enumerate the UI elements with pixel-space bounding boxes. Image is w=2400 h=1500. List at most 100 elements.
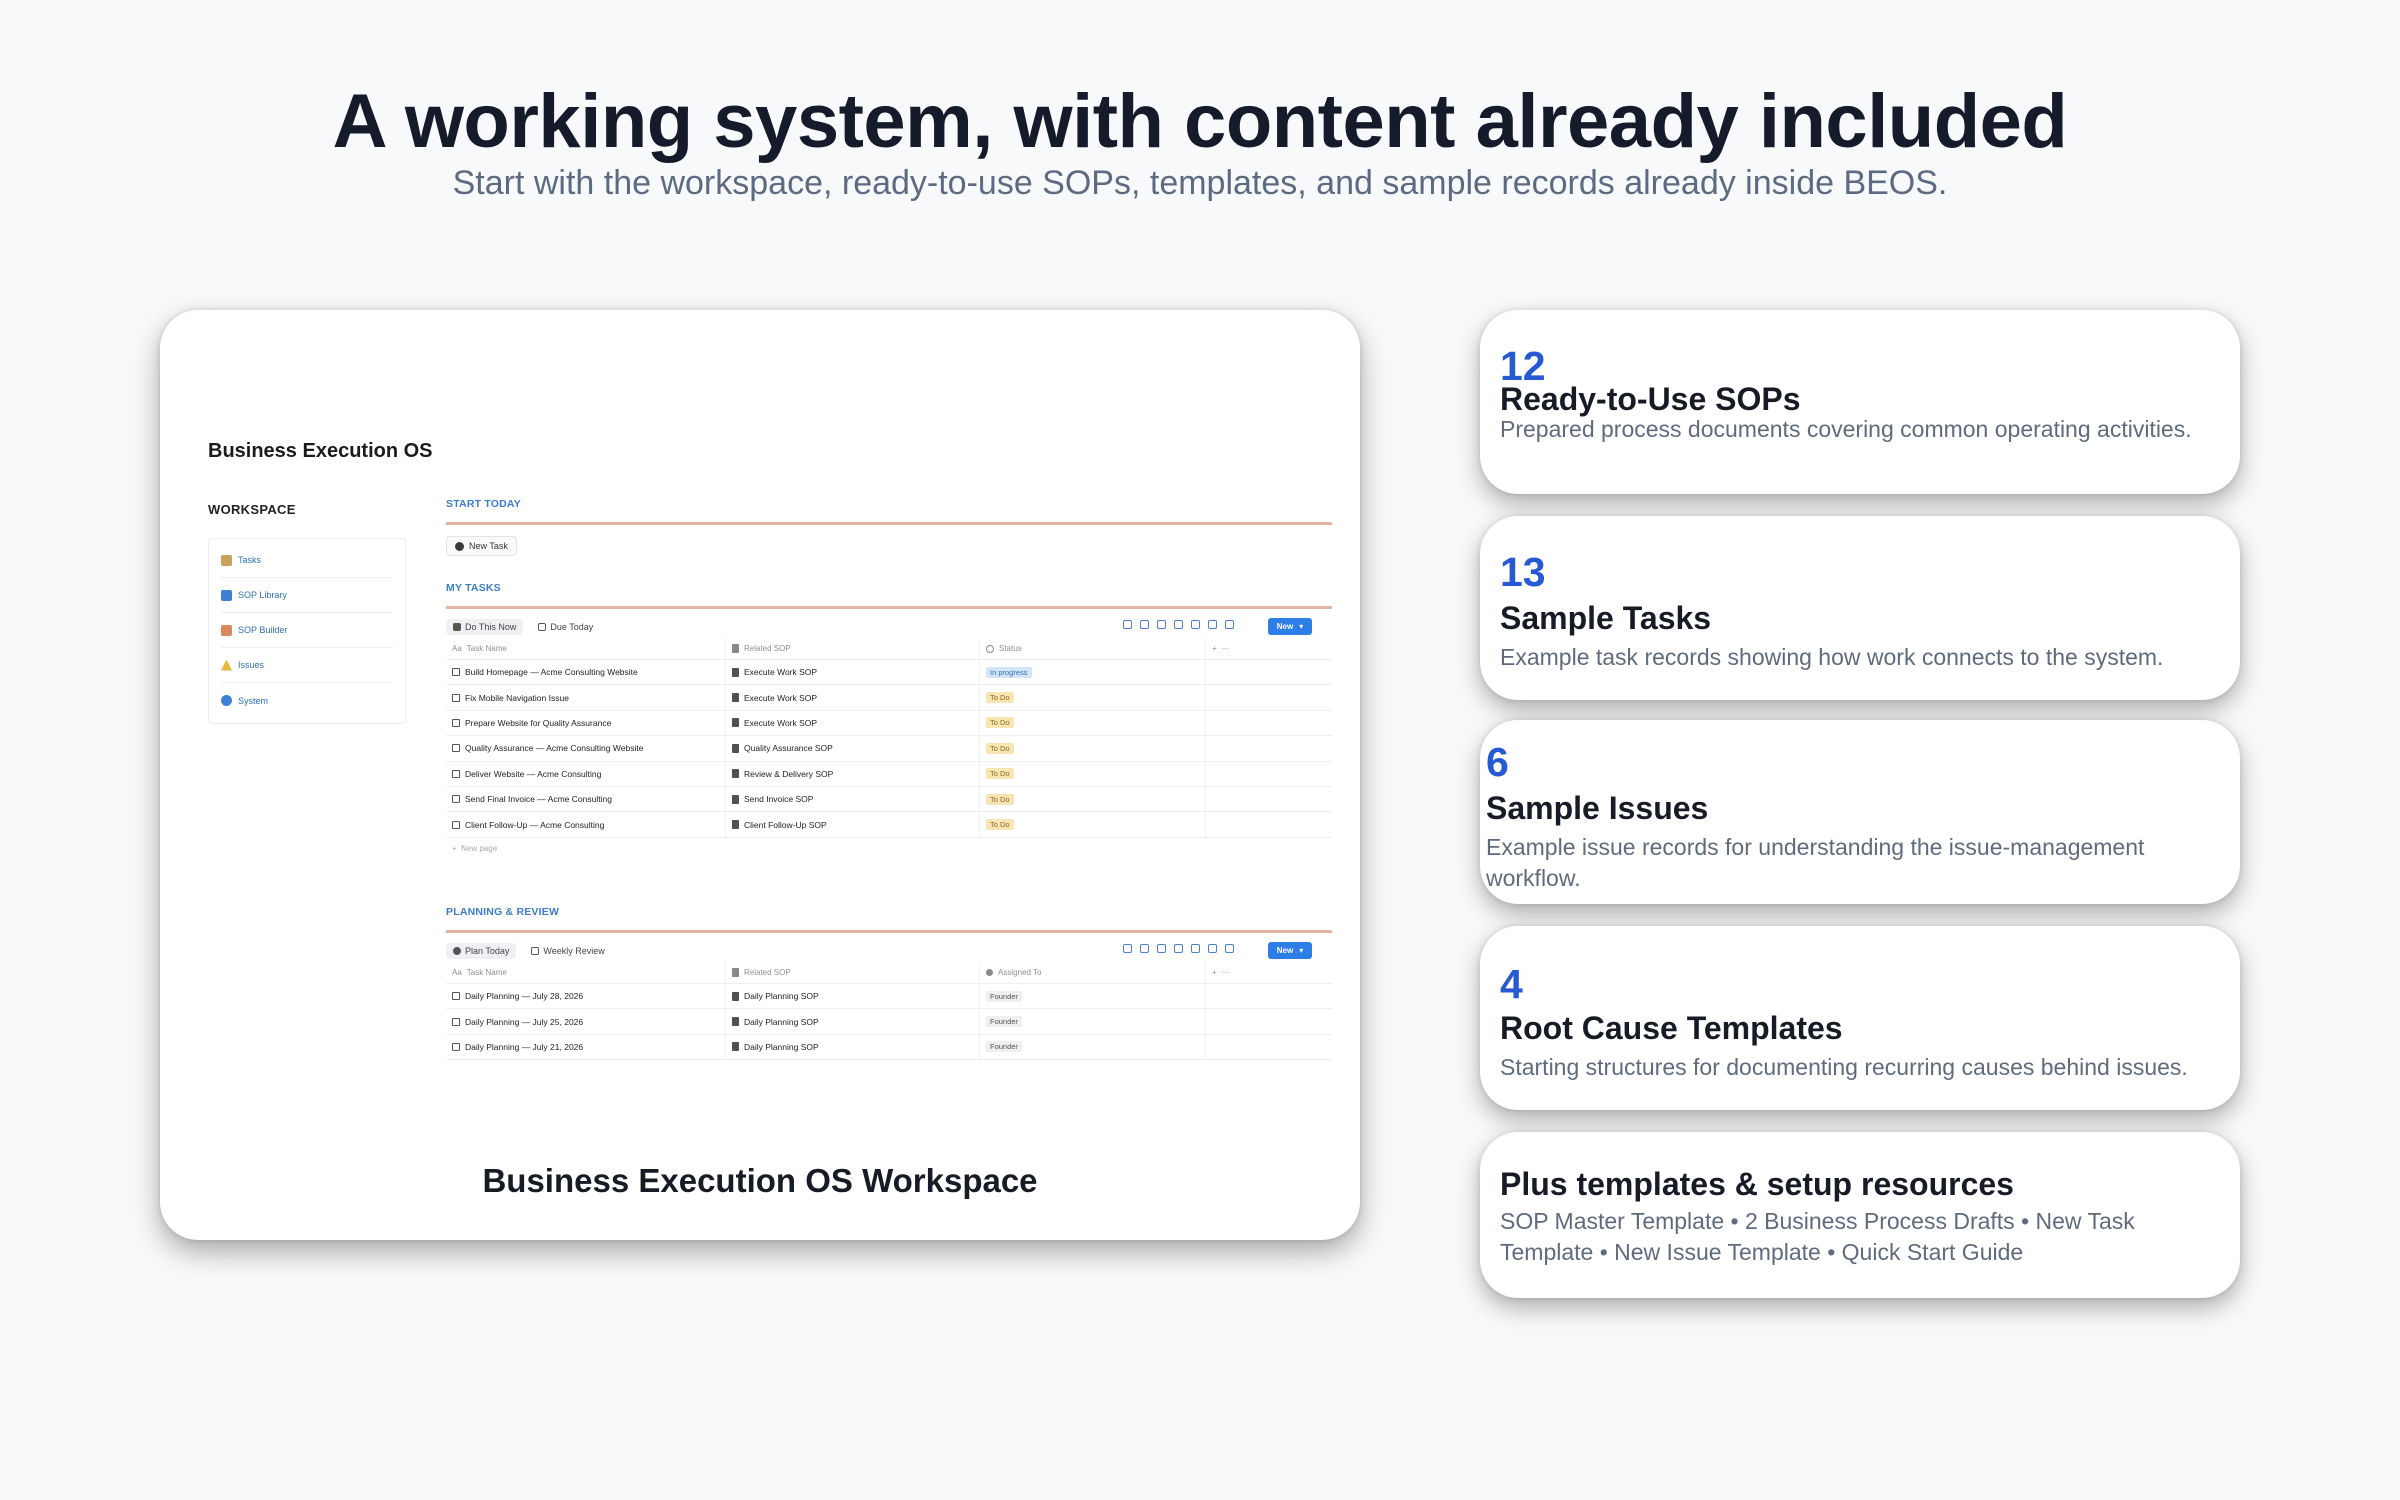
settings-icon[interactable] <box>1225 620 1234 629</box>
task-cell[interactable]: Quality Assurance — Acme Consulting Webs… <box>446 736 726 761</box>
nav-item-tasks[interactable]: Tasks <box>221 543 393 578</box>
nav-item-label: System <box>238 695 269 706</box>
column-header-related-sop[interactable]: Related SOP <box>726 962 980 983</box>
related-sop-cell[interactable]: Execute Work SOP <box>726 685 980 710</box>
column-header-status[interactable]: Status <box>980 638 1206 659</box>
status-cell[interactable]: To Do <box>980 786 1206 812</box>
related-sop-cell[interactable]: Quality Assurance SOP <box>726 736 980 761</box>
status-cell[interactable]: To Do <box>980 710 1206 736</box>
relation-icon <box>732 644 739 653</box>
new-task-button[interactable]: New Task <box>446 536 517 556</box>
task-name: Daily Planning — July 25, 2026 <box>465 1016 584 1027</box>
status-cell[interactable]: Founder <box>980 984 1206 1009</box>
my-tasks-heading: MY TASKS <box>446 582 501 594</box>
new-record-button[interactable]: New ▾ <box>1268 942 1312 959</box>
status-cell[interactable]: To Do <box>980 685 1206 710</box>
expand-icon[interactable] <box>1208 944 1217 953</box>
bolt-icon[interactable] <box>1157 944 1166 953</box>
add-column-button[interactable]: + ··· <box>1206 638 1332 659</box>
empty-cell <box>1206 762 1332 786</box>
section-divider <box>446 606 1332 609</box>
related-sop-cell[interactable]: Review & Delivery SOP <box>726 761 980 786</box>
view-tab-weekly-review[interactable]: Weekly Review <box>524 943 611 959</box>
nav-item-system[interactable]: System <box>221 683 393 718</box>
view-tab-due-today[interactable]: Due Today <box>531 619 600 635</box>
workspace-preview-card: Business Execution OS WORKSPACE Tasks SO… <box>160 310 1360 1240</box>
stat-number: 6 <box>1486 739 1509 785</box>
sort-icon[interactable] <box>1140 944 1149 953</box>
task-cell[interactable]: Prepare Website for Quality Assurance <box>446 710 726 736</box>
table-row[interactable]: Build Homepage — Acme Consulting Website… <box>446 660 1332 686</box>
table-row[interactable]: Daily Planning — July 21, 2026 Daily Plan… <box>446 1034 1332 1061</box>
zoom-icon[interactable] <box>1191 620 1200 629</box>
task-cell[interactable]: Client Follow-Up — Acme Consulting <box>446 812 726 837</box>
related-sop: Execute Work SOP <box>744 717 818 728</box>
related-sop: Client Follow-Up SOP <box>744 819 827 830</box>
nav-item-sop-builder[interactable]: SOP Builder <box>221 613 393 648</box>
bolt-icon[interactable] <box>1157 620 1166 629</box>
column-header-task-name[interactable]: Aa Task Name <box>446 638 726 659</box>
status-cell[interactable]: To Do <box>980 812 1206 837</box>
view-tab-label: Plan Today <box>465 946 510 956</box>
column-label: Related SOP <box>744 644 791 653</box>
task-cell[interactable]: Fix Mobile Navigation Issue <box>446 685 726 710</box>
status-cell[interactable]: Founder <box>980 1034 1206 1060</box>
sort-icon[interactable] <box>1140 620 1149 629</box>
table-row[interactable]: Daily Planning — July 25, 2026 Daily Plan… <box>446 1009 1332 1035</box>
stat-card-tasks: 13 Sample Tasks Example task records sho… <box>1480 516 2240 700</box>
table-row[interactable]: Fix Mobile Navigation Issue Execute Work … <box>446 685 1332 711</box>
task-cell[interactable]: Deliver Website — Acme Consulting <box>446 761 726 786</box>
status-cell[interactable]: In progress <box>980 660 1206 685</box>
search-icon[interactable] <box>1174 944 1183 953</box>
related-sop-cell[interactable]: Execute Work SOP <box>726 710 980 736</box>
filter-icon[interactable] <box>1123 620 1132 629</box>
table-row[interactable]: Client Follow-Up — Acme Consulting Client… <box>446 812 1332 838</box>
view-tab-do-this-now[interactable]: Do This Now <box>446 619 524 635</box>
nav-item-sop-library[interactable]: SOP Library <box>221 578 393 613</box>
related-sop-cell[interactable]: Send Invoice SOP <box>726 786 980 812</box>
table-row[interactable]: Deliver Website — Acme Consulting Review … <box>446 761 1332 787</box>
column-header-assigned-to[interactable]: Assigned To <box>980 962 1206 983</box>
add-column-button[interactable]: + ··· <box>1206 962 1332 983</box>
new-page-button[interactable]: + New page <box>446 838 1332 860</box>
column-header-related-sop[interactable]: Related SOP <box>726 638 980 659</box>
gear-icon <box>221 695 232 706</box>
hero-subtitle: Start with the workspace, ready-to-use S… <box>452 164 1948 202</box>
status-cell[interactable]: To Do <box>980 761 1206 786</box>
task-cell[interactable]: Daily Planning — July 28, 2026 <box>446 984 726 1009</box>
settings-icon[interactable] <box>1225 944 1234 953</box>
new-record-button[interactable]: New ▾ <box>1268 618 1312 635</box>
related-sop-cell[interactable]: Daily Planning SOP <box>726 984 980 1009</box>
nav-item-label: Tasks <box>238 555 262 565</box>
task-cell[interactable]: Daily Planning — July 21, 2026 <box>446 1034 726 1060</box>
related-sop-cell[interactable]: Execute Work SOP <box>726 660 980 685</box>
table-row[interactable]: Quality Assurance — Acme Consulting Webs… <box>446 736 1332 762</box>
task-cell[interactable]: Send Final Invoice — Acme Consulting <box>446 786 726 812</box>
table-row[interactable]: Prepare Website for Quality Assurance Exe… <box>446 710 1332 737</box>
task-name: Send Final Invoice — Acme Consulting <box>465 794 612 805</box>
related-sop-cell[interactable]: Daily Planning SOP <box>726 1034 980 1060</box>
zoom-icon[interactable] <box>1191 944 1200 953</box>
document-icon <box>732 794 739 804</box>
document-icon <box>732 667 739 677</box>
pencil-note-icon <box>452 1017 460 1026</box>
table-row[interactable]: Daily Planning — July 28, 2026 Daily Plan… <box>446 984 1332 1010</box>
search-icon[interactable] <box>1174 620 1183 629</box>
status-cell[interactable]: Founder <box>980 1009 1206 1034</box>
column-header-task-name[interactable]: Aa Task Name <box>446 962 726 983</box>
task-cell[interactable]: Daily Planning — July 25, 2026 <box>446 1009 726 1034</box>
related-sop-cell[interactable]: Daily Planning SOP <box>726 1009 980 1034</box>
view-tab-plan-today[interactable]: Plan Today <box>446 943 517 959</box>
pencil-note-icon <box>452 744 460 753</box>
related-sop-cell[interactable]: Client Follow-Up SOP <box>726 812 980 837</box>
workspace-title: Business Execution OS <box>208 440 433 462</box>
filter-icon[interactable] <box>1123 944 1132 953</box>
nav-item-issues[interactable]: Issues <box>221 648 393 683</box>
expand-icon[interactable] <box>1208 620 1217 629</box>
status-badge: Founder <box>986 990 1022 1002</box>
task-cell[interactable]: Build Homepage — Acme Consulting Website <box>446 660 726 685</box>
planning-heading: PLANNING & REVIEW <box>446 906 560 918</box>
relation-icon <box>732 968 739 977</box>
status-cell[interactable]: To Do <box>980 736 1206 761</box>
table-row[interactable]: Send Final Invoice — Acme Consulting Send… <box>446 786 1332 813</box>
